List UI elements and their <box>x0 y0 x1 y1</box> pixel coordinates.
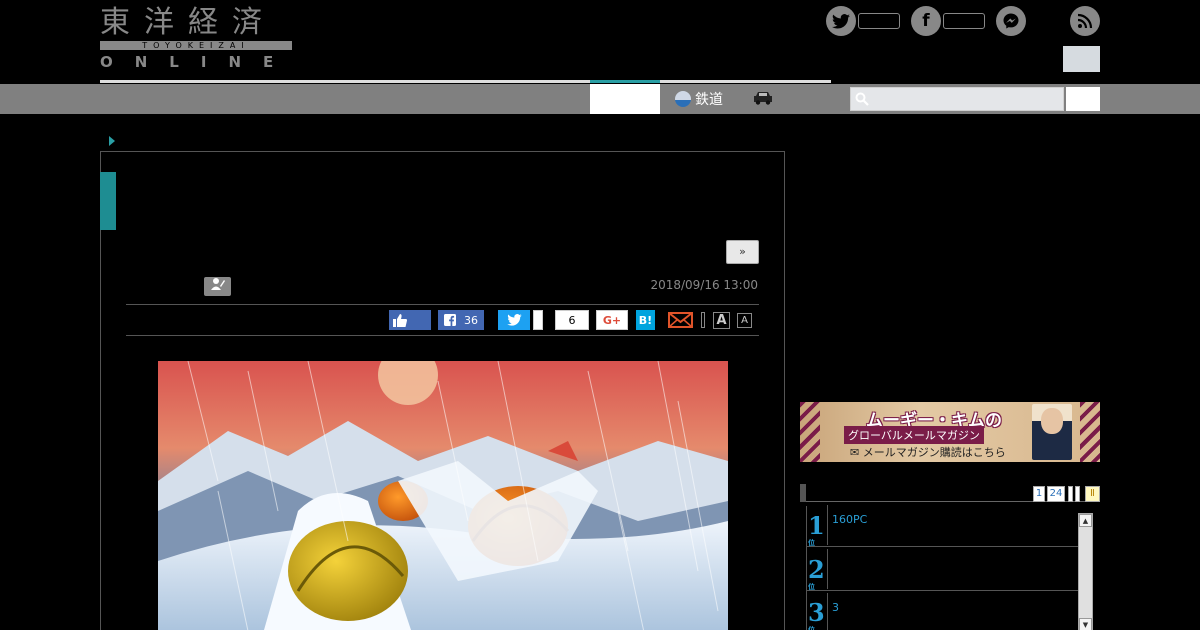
messenger-button[interactable] <box>996 6 1026 36</box>
next-page-button[interactable]: » <box>726 240 759 264</box>
rss-icon <box>1070 6 1100 36</box>
ranking-rank-3: 3位 <box>808 598 825 630</box>
messenger-icon <box>996 6 1026 36</box>
twitter-follow-count <box>858 13 900 29</box>
logo-kanji: 東洋経済 <box>100 5 276 40</box>
nav-item-train-label: 鉄道 <box>695 92 723 108</box>
article-hero-image <box>158 361 728 630</box>
ranking-tab-24h[interactable]: 24 <box>1047 486 1065 502</box>
ranking-divider-2 <box>827 549 828 589</box>
banner-cta: ✉ メールマガジン購読はこちら <box>850 444 1006 460</box>
facebook-icon <box>444 314 456 326</box>
facebook-share-count: 36 <box>464 313 478 327</box>
banner-subtitle: グローバルメールマガジン <box>844 426 984 444</box>
share-separator <box>701 312 705 328</box>
ranking-header-marker <box>800 484 806 502</box>
facebook-share-button[interactable]: 36 <box>438 310 484 330</box>
ranking-scrollbar[interactable] <box>1078 513 1093 630</box>
ranking-item-3[interactable] <box>806 591 1078 630</box>
breadcrumb-arrow-icon <box>109 136 115 146</box>
twitter-icon <box>826 6 856 36</box>
banner-stripe-left <box>800 402 820 462</box>
rss-button[interactable] <box>1070 6 1100 36</box>
ranking-title-1[interactable]: 160PC <box>832 513 867 526</box>
mail-share-button[interactable] <box>668 310 693 330</box>
facebook-follow[interactable]: f <box>911 6 985 36</box>
search-input[interactable] <box>850 87 1064 111</box>
header-divider <box>100 80 831 83</box>
mail-icon <box>668 312 693 328</box>
page: 東洋経済 TOYOKEIZAI ONLINE f 鉄道 » 2018/09/16… <box>0 0 1200 630</box>
twitter-icon <box>506 314 522 326</box>
header-menu-button[interactable] <box>1063 46 1100 72</box>
ranking-divider-1 <box>827 505 828 545</box>
ranking-tab-weekly[interactable] <box>1068 486 1073 502</box>
search-icon <box>855 92 869 106</box>
share-bar-bottom-rule <box>126 335 759 336</box>
author-face <box>1041 408 1063 434</box>
scroll-up-icon[interactable]: ▲ <box>1079 514 1092 527</box>
facebook-like-button[interactable] <box>389 310 431 330</box>
search-button[interactable] <box>1066 87 1100 111</box>
header-divider-accent <box>590 80 660 83</box>
author-icon[interactable] <box>204 277 231 296</box>
ranking-rank-2: 2位 <box>808 555 825 591</box>
logo-romaji: TOYOKEIZAI <box>100 41 292 50</box>
ranking-rank-1: 1位 <box>808 511 825 547</box>
article-category-marker <box>100 172 116 230</box>
envelope-icon: ✉ <box>850 446 863 459</box>
pocket-button[interactable]: 6 <box>555 310 589 330</box>
article-date: 2018/09/16 13:00 <box>650 278 758 292</box>
nav-item-active[interactable] <box>590 84 660 114</box>
twitter-share-button[interactable] <box>498 310 530 330</box>
site-logo[interactable]: 東洋経済 TOYOKEIZAI ONLINE <box>100 6 292 70</box>
google-plus-button[interactable]: G+ <box>596 310 628 330</box>
mountain-tent-illustration <box>158 361 728 630</box>
banner-stripe-right <box>1080 402 1100 462</box>
nav-item-train[interactable]: 鉄道 <box>675 88 723 110</box>
ranking-item-2[interactable] <box>806 547 1078 591</box>
thumbs-up-icon <box>393 313 407 327</box>
ranking-tab-monthly[interactable] <box>1075 486 1080 502</box>
pocket-count: 6 <box>568 313 576 327</box>
hatena-bookmark-button[interactable]: B! <box>636 310 655 330</box>
banner-cta-label: メールマガジン購読はこちら <box>862 446 1006 459</box>
scroll-down-icon[interactable]: ▼ <box>1079 618 1092 630</box>
ranking-title-3[interactable]: 3 <box>832 601 839 614</box>
ranking-tab-special[interactable]: Ⅱ <box>1085 486 1100 502</box>
twitter-follow[interactable] <box>826 6 900 36</box>
logo-online: ONLINE <box>100 53 296 71</box>
facebook-icon: f <box>911 6 941 36</box>
facebook-follow-count <box>943 13 985 29</box>
ranking-divider-3 <box>827 593 828 630</box>
car-icon <box>754 92 772 105</box>
twitter-share-count <box>533 310 543 330</box>
train-icon <box>675 91 691 107</box>
share-bar-top-rule <box>126 304 759 305</box>
ranking-tab-1h[interactable]: 1 <box>1033 486 1045 502</box>
font-size-small-button[interactable]: A <box>737 313 752 328</box>
nav-item-car[interactable] <box>752 90 774 106</box>
font-size-large-button[interactable]: A <box>713 312 730 329</box>
